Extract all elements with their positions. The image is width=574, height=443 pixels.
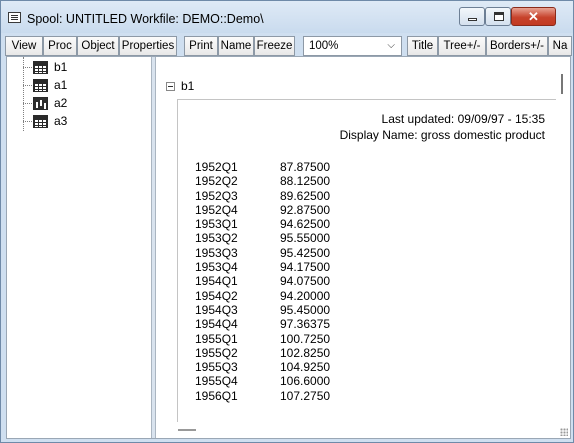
period-cell: 1953Q3 [195, 245, 238, 260]
period-cell: 1953Q2 [195, 231, 238, 246]
value-cell: 95.45000 [280, 302, 331, 317]
value-cell: 94.62500 [280, 217, 331, 232]
zoom-select[interactable]: 100% ⌵ [303, 36, 402, 56]
value-cell: 97.36375 [280, 317, 331, 332]
vertical-scroll-thumb[interactable] [561, 74, 563, 94]
maximize-icon [494, 12, 504, 21]
period-cell: 1956Q1 [195, 388, 238, 403]
collapse-icon[interactable] [166, 82, 175, 91]
borders-toggle-button[interactable]: Borders+/- [486, 36, 548, 56]
period-cell: 1952Q4 [195, 202, 238, 217]
tree-pane: b1 a1 a2 a3 [7, 57, 151, 438]
table-icon [33, 115, 48, 128]
value-cell: 102.8250 [280, 345, 331, 360]
table-icon [33, 79, 48, 92]
table-output: Last updated: 09/09/97 - 15:35 Display N… [177, 99, 557, 438]
value-cell: 88.12500 [280, 174, 331, 189]
value-cell: 95.42500 [280, 245, 331, 260]
maximize-button[interactable] [485, 7, 511, 26]
name-button[interactable]: Name [218, 36, 254, 56]
spool-window-icon [8, 12, 21, 23]
period-cell: 1954Q4 [195, 317, 238, 332]
close-icon: ✕ [528, 9, 539, 24]
freeze-button[interactable]: Freeze [254, 36, 295, 56]
output-pane: b1 Last updated: 09/09/97 - 15:35 Displa… [156, 57, 570, 438]
tree-item-label: a3 [54, 114, 68, 128]
period-cell: 1953Q4 [195, 260, 238, 275]
window-title: Spool: UNTITLED Workfile: DEMO::Demo\ [27, 12, 264, 26]
value-cell: 87.87500 [280, 160, 331, 174]
proc-button[interactable]: Proc [43, 36, 77, 56]
title-button[interactable]: Title [407, 36, 438, 56]
chevron-down-icon: ⌵ [387, 40, 395, 51]
tree-toggle-button[interactable]: Tree+/- [438, 36, 486, 56]
spool-content: b1 a1 a2 a3 b1 Last updated: 09/09/97 - … [6, 56, 571, 439]
object-button[interactable]: Object [77, 36, 119, 56]
value-cell: 106.6000 [280, 374, 331, 389]
period-cell: 1955Q4 [195, 374, 238, 389]
value-cell: 100.7250 [280, 331, 331, 346]
value-cell: 89.62500 [280, 188, 331, 203]
period-cell: 1954Q1 [195, 274, 238, 289]
period-cell: 1952Q1 [195, 160, 238, 174]
zoom-value: 100% [309, 40, 339, 52]
vertical-scrollbar[interactable] [556, 57, 570, 438]
view-button[interactable]: View [5, 36, 43, 56]
resize-grip-icon[interactable] [560, 428, 568, 436]
value-cell: 94.17500 [280, 260, 331, 275]
period-cell: 1952Q2 [195, 174, 238, 189]
period-cell: 1952Q3 [195, 188, 238, 203]
period-cell: 1954Q2 [195, 288, 238, 303]
title-bar[interactable]: Spool: UNTITLED Workfile: DEMO::Demo\ ✕ [1, 1, 573, 33]
last-updated: Last updated: 09/09/97 - 15:35 [381, 112, 545, 126]
name-truncated-button[interactable]: Na [548, 36, 572, 56]
value-cell: 94.20000 [280, 288, 331, 303]
section-title: b1 [181, 79, 195, 93]
print-button[interactable]: Print [184, 36, 218, 56]
value-cell: 104.9250 [280, 360, 331, 375]
table-icon [33, 61, 48, 74]
spool-window: Spool: UNTITLED Workfile: DEMO::Demo\ ✕ … [0, 0, 574, 443]
period-cell: 1955Q2 [195, 345, 238, 360]
value-cell: 92.87500 [280, 202, 331, 217]
tree-connector [23, 57, 24, 131]
period-cell: 1954Q3 [195, 302, 238, 317]
tree-item-label: a2 [54, 96, 68, 110]
graph-icon [33, 97, 48, 110]
tree-item-label: b1 [54, 60, 68, 74]
close-button[interactable]: ✕ [511, 7, 556, 26]
display-name: Display Name: gross domestic product [339, 128, 545, 142]
value-cell: 107.2750 [280, 388, 331, 403]
horizontal-scroll-thumb[interactable] [178, 429, 196, 431]
period-cell: 1953Q1 [195, 217, 238, 232]
value-cell: 95.55000 [280, 231, 331, 246]
minimize-icon [468, 18, 477, 21]
horizontal-scrollbar[interactable] [156, 422, 570, 438]
properties-button[interactable]: Properties [119, 36, 177, 56]
period-cell: 1955Q3 [195, 360, 238, 375]
tree-item-label: a1 [54, 78, 68, 92]
period-cell: 1955Q1 [195, 331, 238, 346]
value-cell: 94.07500 [280, 274, 331, 289]
minimize-button[interactable] [459, 7, 485, 26]
